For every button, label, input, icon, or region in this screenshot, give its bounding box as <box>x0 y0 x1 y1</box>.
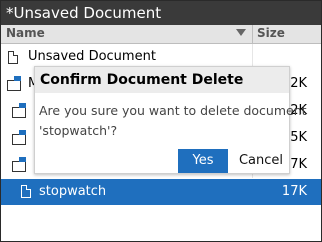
name-column-header[interactable]: Name <box>6 26 45 40</box>
file-row-selected[interactable]: stopwatch 17K <box>1 179 321 205</box>
dialog-message: Are you sure you want to delete document… <box>39 101 307 141</box>
document-shortcut-icon <box>12 130 26 145</box>
sort-descending-icon[interactable] <box>236 29 246 36</box>
file-size: 7K <box>290 157 307 172</box>
file-size: 17K <box>281 184 307 199</box>
file-name: stopwatch <box>39 184 107 199</box>
document-icon <box>21 185 31 198</box>
document-shortcut-icon <box>12 157 26 172</box>
column-divider <box>252 179 253 205</box>
file-size: 5K <box>290 130 307 145</box>
folder-icon <box>7 76 21 91</box>
document-icon <box>8 51 18 64</box>
dialog-message-line-2: 'stopwatch'? <box>39 123 118 138</box>
size-column-header[interactable]: Size <box>257 26 285 40</box>
dialog-title: Confirm Document Delete <box>35 67 289 93</box>
column-header: Name Size <box>1 25 321 44</box>
dialog-message-line-1: Are you sure you want to delete document <box>39 103 307 118</box>
app-window: *Unsaved Document Name Size Unsaved Docu… <box>0 0 322 242</box>
yes-button[interactable]: Yes <box>178 149 228 173</box>
window-title: *Unsaved Document <box>1 1 321 25</box>
document-shortcut-icon <box>12 103 26 118</box>
file-size: 2K <box>290 76 307 91</box>
file-name: Unsaved Document <box>28 49 156 64</box>
cancel-button[interactable]: Cancel <box>236 149 286 173</box>
column-divider <box>252 25 253 43</box>
confirm-delete-dialog: Confirm Document Delete Are you sure you… <box>34 66 307 174</box>
